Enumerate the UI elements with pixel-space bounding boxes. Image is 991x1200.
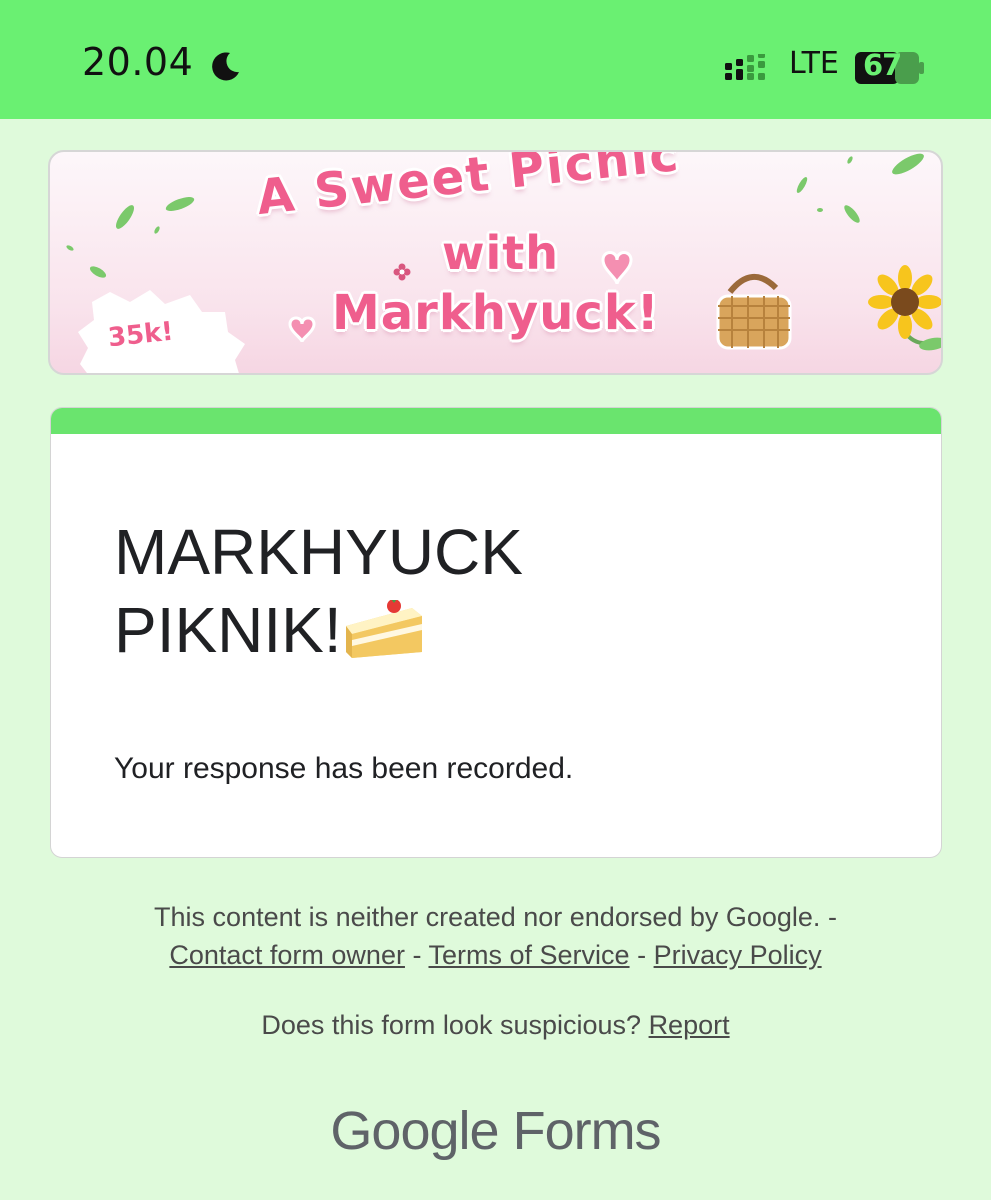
status-time: 20.04 (82, 40, 194, 84)
status-bar: 20.04 LTE 67 (0, 0, 991, 119)
privacy-policy-link[interactable]: Privacy Policy (654, 940, 822, 970)
card-accent-bar (51, 408, 941, 434)
form-title-line1: MARKHYUCK (114, 516, 523, 588)
signal-icon (725, 54, 765, 80)
brand-google: Google (330, 1101, 499, 1161)
footer-separator: - (637, 940, 647, 970)
report-link[interactable]: Report (649, 1010, 730, 1040)
brand-forms: Forms (512, 1101, 662, 1161)
contact-form-owner-link[interactable]: Contact form owner (169, 940, 405, 970)
footer-links: Contact form owner - Terms of Service - … (0, 940, 991, 971)
network-type: LTE (789, 46, 839, 81)
confirmation-card: MARKHYUCK PIKNIK! Your response has been … (50, 407, 942, 858)
cake-icon (345, 600, 422, 658)
suspicious-text: Does this form look suspicious? (261, 1010, 642, 1040)
report-line: Does this form look suspicious? Report (0, 1010, 991, 1041)
banner-title-line2: with (442, 226, 560, 280)
moon-icon (212, 52, 239, 81)
disclaimer-text: This content is neither created nor endo… (154, 902, 837, 932)
footer-separator: - (412, 940, 422, 970)
form-header-banner: A Sweet Picnic with Markhyuck! 35k! (48, 150, 943, 375)
form-title: MARKHYUCK PIKNIK! (114, 513, 534, 669)
form-title-line2: PIKNIK! (114, 594, 342, 666)
terms-of-service-link[interactable]: Terms of Service (428, 940, 629, 970)
response-recorded-message: Your response has been recorded. (114, 752, 574, 785)
google-forms-logo[interactable]: Google Forms (0, 1100, 991, 1162)
battery-level: 67 (863, 48, 902, 82)
banner-title-line3: Markhyuck! (332, 285, 660, 341)
